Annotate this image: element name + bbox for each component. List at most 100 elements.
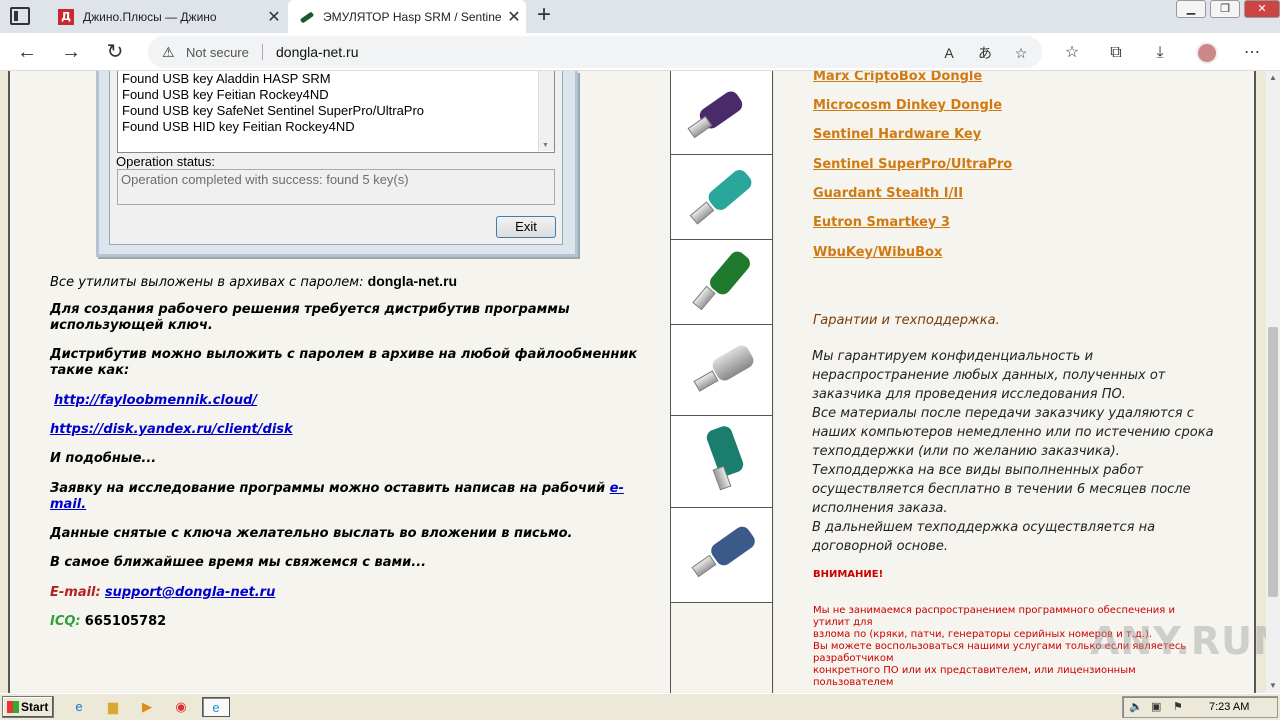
link-eutron-smartkey[interactable]: Eutron Smartkey 3: [813, 215, 950, 230]
guarantee-line: наших компьютеров немедленно или по исте…: [812, 425, 1214, 440]
guarantee-line: В дальнейшем техподдержка осуществляется…: [812, 520, 1156, 535]
close-tab-icon[interactable]: ✕: [502, 7, 526, 27]
operation-status-text: Operation completed with success: found …: [121, 172, 409, 187]
link-text[interactable]: https://disk.yandex.ru/client/disk: [50, 422, 293, 437]
tab-actions-icon[interactable]: [10, 7, 30, 25]
tab-bar: Д Джино.Плюсы — Джино ✕ ЭМУЛЯТОР Hasp SR…: [0, 0, 1280, 33]
start-button[interactable]: Start: [2, 696, 54, 718]
list-item: Found USB key Aladdin HASP SRM: [122, 71, 331, 86]
flag-icon[interactable]: ⚑: [1173, 700, 1183, 713]
window-close-icon[interactable]: ✕: [1244, 0, 1280, 18]
page-viewport: Found USB key Aladdin HASP SRM Found USB…: [0, 71, 1266, 693]
translate-icon[interactable]: あ: [976, 44, 994, 62]
link-microcosm-dinkey[interactable]: Microcosm Dinkey Dongle: [813, 98, 1002, 113]
warning-line: Мы не занимаемся распространением програ…: [813, 605, 1175, 616]
warning-icon[interactable]: ⚠: [162, 44, 178, 60]
favorites-icon[interactable]: ☆: [1060, 41, 1084, 65]
chrome-icon[interactable]: ◉: [170, 697, 192, 717]
link-sentinel-hardware[interactable]: Sentinel Hardware Key: [813, 127, 981, 142]
not-secure-label[interactable]: Not secure: [186, 45, 249, 60]
guarantee-line: Техподдержка на все виды выполненных раб…: [812, 463, 1144, 478]
url-box[interactable]: ⚠ Not secure dongla-net.ru A あ ☆: [148, 36, 1042, 68]
link-sentinel-superpro[interactable]: Sentinel SuperPro/UltraPro: [813, 157, 1012, 172]
collections-icon[interactable]: ⧉: [1104, 41, 1128, 65]
guarantee-line: договорной основе.: [812, 539, 948, 554]
archive-text: Все утилиты выложены в архивах с паролем…: [50, 275, 364, 290]
distrib-paragraph: Для создания рабочего решения требуется …: [50, 302, 570, 333]
ie-icon[interactable]: e: [68, 697, 90, 717]
icq-line: ICQ: 665105782: [50, 614, 640, 630]
icq-number: 665105782: [84, 614, 167, 629]
windows-logo-icon: [7, 701, 19, 713]
link-guardant-stealth[interactable]: Guardant Stealth I/II: [813, 186, 963, 201]
operation-status-label: Operation status:: [116, 154, 215, 169]
dzhino-favicon-icon: Д: [58, 8, 74, 25]
url-divider: [262, 44, 263, 60]
edge-icon[interactable]: e: [202, 697, 230, 717]
tab-dzhino[interactable]: Д Джино.Плюсы — Джино ✕: [48, 0, 286, 33]
tab-title: Джино.Плюсы — Джино: [83, 9, 217, 24]
volume-icon[interactable]: 🔈: [1129, 700, 1143, 713]
yandex-disk-link[interactable]: https://disk.yandex.ru/client/disk: [50, 422, 640, 438]
guarantee-paragraph: Мы гарантируем конфиденциальность и нера…: [812, 347, 1222, 556]
minimize-icon[interactable]: ▁: [1176, 0, 1206, 18]
dongle-image-marx: [671, 71, 772, 155]
refresh-icon[interactable]: ↻: [102, 39, 128, 65]
usb-key-favicon-icon: [298, 9, 314, 25]
guarantee-line: Мы гарантируем конфиденциальность и: [812, 349, 1094, 364]
page-scrollbar[interactable]: ▲ ▼: [1266, 71, 1280, 693]
close-tab-icon[interactable]: ✕: [262, 7, 286, 27]
downloads-icon[interactable]: ⤓: [1148, 41, 1172, 65]
read-aloud-icon[interactable]: A: [940, 44, 958, 62]
maximize-icon[interactable]: ❐: [1210, 0, 1240, 18]
link-wbukey[interactable]: WbuKey/WibuBox: [813, 245, 942, 260]
network-icon[interactable]: ▣: [1151, 700, 1161, 713]
clock: 7:23 AM: [1209, 701, 1250, 713]
dongle-image-green: [671, 240, 772, 325]
email-label: E-mail:: [50, 585, 101, 600]
dongle-images-column: [670, 71, 773, 693]
dongle-image-teal: [671, 155, 772, 240]
scrollbar-thumb[interactable]: [1268, 327, 1278, 597]
guarantee-line: осуществляется бесплатно в течении 6 мес…: [812, 482, 1191, 497]
forward-icon[interactable]: →: [58, 39, 84, 65]
email-line: E-mail: support@dongla-net.ru: [50, 585, 640, 601]
anyrun-watermark: ANY.RUN: [1090, 619, 1266, 663]
link-text[interactable]: http://fayloobmennik.cloud/: [54, 393, 257, 408]
new-tab-icon[interactable]: +: [533, 3, 555, 28]
list-item: Found USB HID key Feitian Rockey4ND: [122, 119, 355, 134]
window-controls: ▁ ❐ ✕: [1172, 0, 1280, 18]
attach-paragraph: Данные снятые с ключа желательно выслать…: [50, 526, 573, 541]
taskbar: Start e ▆ ▶ ◉ e 🔈 ▣ ⚑ 7:23 AM: [0, 693, 1280, 720]
support-email-link[interactable]: support@dongla-net.ru: [105, 585, 275, 600]
guarantee-line: исполнения заказа.: [812, 501, 948, 516]
found-keys-list: Found USB key Aladdin HASP SRM Found USB…: [117, 71, 555, 153]
guarantee-line: заказчика для проведения исследования ПО…: [812, 387, 1126, 402]
guarantee-line: нераспространение любых данных, полученн…: [812, 368, 1166, 383]
list-item: Found USB key SafeNet Sentinel SuperPro/…: [122, 103, 425, 118]
guarantee-line: Все материалы после передачи заказчику у…: [812, 406, 1194, 421]
dongle-image-silver: [671, 325, 772, 416]
url-text[interactable]: dongla-net.ru: [276, 44, 359, 60]
link-marx-criptobox[interactable]: Marx CriptoBox Dongle: [813, 71, 982, 84]
operation-status-field: Operation completed with success: found …: [117, 169, 555, 205]
folder-icon[interactable]: ▆: [102, 697, 124, 717]
scroll-up-icon[interactable]: ▲: [1266, 71, 1280, 85]
add-favorite-icon[interactable]: ☆: [1012, 44, 1030, 62]
fayloobmennik-link[interactable]: http://fayloobmennik.cloud/: [54, 393, 644, 409]
scroll-down-icon[interactable]: ▼: [1266, 679, 1280, 693]
emulator-dialog: Found USB key Aladdin HASP SRM Found USB…: [96, 71, 578, 257]
guarantee-title: Гарантии и техподдержка.: [813, 313, 1000, 328]
profile-avatar-icon[interactable]: [1196, 42, 1218, 64]
warning-title: ВНИМАНИЕ!: [813, 569, 884, 580]
address-bar: ← → ↻ ⚠ Not secure dongla-net.ru A あ ☆ ☆…: [0, 33, 1280, 71]
menu-icon[interactable]: ⋯: [1240, 41, 1264, 65]
request-paragraph: Заявку на исследование программы можно о…: [50, 481, 630, 513]
archive-password: dongla-net.ru: [367, 273, 458, 289]
icq-label: ICQ:: [50, 614, 81, 629]
tab-emulator[interactable]: ЭМУЛЯТОР Hasp SRM / Sentinel ✕: [288, 0, 526, 33]
warning-line: пользователем: [813, 677, 894, 688]
request-text: Заявку на исследование программы можно о…: [50, 481, 606, 496]
media-player-icon[interactable]: ▶: [136, 697, 158, 717]
back-icon[interactable]: ←: [14, 39, 40, 65]
